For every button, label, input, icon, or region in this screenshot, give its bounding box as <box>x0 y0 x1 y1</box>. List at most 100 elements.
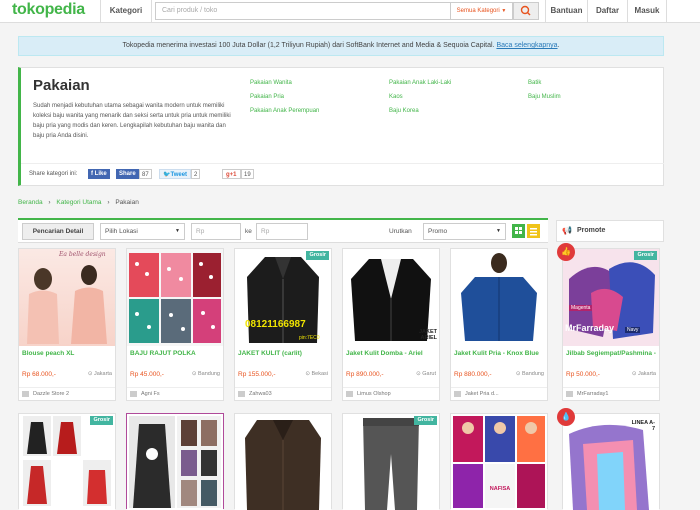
product-card[interactable]: JAKET ARIEL Jaket Kulit Domba - Ariel Rp… <box>342 248 440 401</box>
product-location-label: Jakarta <box>637 371 656 377</box>
product-shop-name: Zahwa03 <box>249 391 272 397</box>
price-range-separator: ke <box>245 228 252 235</box>
product-shop-name: Agni Fs <box>141 391 160 397</box>
kategori-button[interactable]: Kategori <box>100 0 152 22</box>
detail-search-button[interactable]: Pencarian Detail <box>22 223 94 240</box>
price-min-input[interactable]: Rp <box>191 223 241 240</box>
share-label: Share kategori ini: <box>29 171 78 177</box>
product-price: Rp 880.000,- <box>454 371 492 378</box>
product-image[interactable] <box>451 249 547 346</box>
product-image[interactable] <box>127 249 223 346</box>
product-image[interactable] <box>235 414 331 510</box>
search-category-label: Semua Kategori <box>456 8 500 14</box>
product-price: Rp 68.000,- <box>22 371 56 378</box>
location-select[interactable]: Pilih Lokasi ▼ <box>100 223 185 240</box>
tweet-label: Tweet <box>170 172 188 178</box>
location-icon: ⊙ <box>87 371 93 377</box>
product-image[interactable] <box>343 414 439 510</box>
product-name-label: Jilbab Segiempat/Pashmina - <box>566 350 656 357</box>
tweet-button[interactable]: 🐦Tweet <box>159 169 192 179</box>
breadcrumb-beranda[interactable]: Beranda <box>18 199 43 206</box>
tokopedia-logo[interactable]: tokopedia <box>12 1 85 19</box>
promoted-product-card[interactable]: MrFarraday Magenta Navy Grosir 👍 Jilbab … <box>557 243 660 401</box>
search-icon <box>520 5 531 16</box>
investment-notice: Tokopedia menerima investasi 100 Juta Do… <box>18 36 664 56</box>
image-mark-text: JAKET ARIEL <box>418 329 437 341</box>
cat-link-pakaian-wanita[interactable]: Pakaian Wanita <box>250 80 292 86</box>
cat-link-kaos[interactable]: Kaos <box>389 94 403 100</box>
product-image[interactable]: JAKET ARIEL <box>343 249 439 346</box>
drop-icon: 💧 <box>557 408 575 426</box>
caret-down-icon: ▼ <box>496 228 501 234</box>
product-shop[interactable]: Jaket Pria d... <box>451 387 547 400</box>
cat-link-pakaian-pria[interactable]: Pakaian Pria <box>250 94 284 100</box>
caret-down-icon: ▼ <box>501 8 507 14</box>
category-panel: Pakaian Sudah menjadi kebutuhan utama se… <box>18 67 664 186</box>
product-card[interactable] <box>234 413 332 510</box>
search-input[interactable]: Cari produk / toko <box>155 2 451 20</box>
filter-bar: Pencarian Detail Pilih Lokasi ▼ Rp ke Rp … <box>18 218 548 243</box>
product-image[interactable]: NAFISA <box>451 414 547 510</box>
product-price: Rp 45.000,- <box>130 371 164 378</box>
cat-link-pakaian-anak-perempuan[interactable]: Pakaian Anak Perempuan <box>250 108 319 114</box>
image-nafisa-text: NAFISA <box>489 486 511 492</box>
cat-link-baju-muslim[interactable]: Baju Muslim <box>528 94 561 100</box>
product-name[interactable]: Jilbab Segiempat/Pashmina - <box>566 349 658 367</box>
product-image[interactable]: 08121166987 pin:7EC0 <box>235 249 331 346</box>
nav-masuk[interactable]: Masuk <box>627 0 667 22</box>
product-card[interactable]: BAJU RAJUT POLKA Rp 45.000,- ⊙ Bandung A… <box>126 248 224 401</box>
breadcrumb-current: Pakaian <box>115 199 139 206</box>
product-shop[interactable]: Limus Olshop <box>343 387 439 400</box>
product-image[interactable] <box>127 414 223 510</box>
search-button[interactable] <box>513 2 539 20</box>
nav-bantuan[interactable]: Bantuan <box>545 0 587 22</box>
product-name[interactable]: Jaket Kulit Domba - Ariel <box>346 349 438 358</box>
location-icon: ⊙ <box>305 371 310 377</box>
nav-daftar[interactable]: Daftar <box>587 0 627 22</box>
facebook-share-button[interactable]: Share <box>116 169 139 179</box>
product-name[interactable]: Blouse peach XL <box>22 349 114 358</box>
price-max-input[interactable]: Rp <box>256 223 308 240</box>
product-card[interactable]: NAFISA <box>450 413 548 510</box>
product-shop[interactable]: Zahwa03 <box>235 387 331 400</box>
breadcrumb-separator: › <box>107 199 110 206</box>
cat-link-pakaian-anak-laki[interactable]: Pakaian Anak Laki-Laki <box>389 80 451 86</box>
product-shop-name: Jaket Pria d... <box>465 391 499 397</box>
facebook-like-button[interactable]: f Like <box>88 169 110 179</box>
product-name[interactable]: JAKET KULIT (carlit) <box>238 349 330 358</box>
cat-link-baju-korea[interactable]: Baju Korea <box>389 108 419 114</box>
search-category-select[interactable]: Semua Kategori ▼ <box>451 2 513 20</box>
product-image[interactable]: LINEA A-7 <box>563 414 659 510</box>
product-location-label: Bandung <box>197 371 220 377</box>
grid-view-icon[interactable] <box>512 224 525 238</box>
product-card[interactable]: Grosir <box>342 413 440 510</box>
breadcrumb-kategori-utama[interactable]: Kategori Utama <box>56 199 101 206</box>
product-image[interactable]: MrFarraday Magenta Navy <box>563 249 659 346</box>
sort-select[interactable]: Promo ▼ <box>423 223 506 240</box>
product-shop[interactable]: Dazzle Store 2 <box>19 387 115 400</box>
megaphone-icon: 📢 <box>562 226 572 235</box>
product-card[interactable]: Jaket Kulit Pria - Knox Blue Rp 880.000,… <box>450 248 548 401</box>
cat-link-batik[interactable]: Batik <box>528 80 541 86</box>
list-view-icon[interactable] <box>527 224 540 238</box>
notice-suffix: . <box>557 42 560 49</box>
product-image[interactable]: Ea belle design <box>19 249 115 346</box>
product-name[interactable]: Jaket Kulit Pria - Knox Blue <box>454 349 546 358</box>
product-name[interactable]: BAJU RAJUT POLKA <box>130 349 222 358</box>
promoted-product-card[interactable]: LINEA A-7 💧 <box>557 408 660 510</box>
product-card[interactable] <box>126 413 224 510</box>
gplus-label: +1 <box>229 172 237 178</box>
grosir-badge: Grosir <box>90 416 113 425</box>
product-location: ⊙ Bekasi <box>305 371 328 377</box>
top-navbar: tokopedia Kategori Cari produk / toko Se… <box>0 0 700 23</box>
product-shop[interactable]: Agni Fs <box>127 387 223 400</box>
product-card[interactable]: Grosir <box>18 413 116 510</box>
notice-read-more-link[interactable]: Baca selengkapnya <box>496 42 557 49</box>
product-location: ⊙ Bandung <box>516 371 544 377</box>
gplus-button[interactable]: g+1 <box>222 169 241 179</box>
product-image[interactable] <box>19 414 115 510</box>
product-card[interactable]: Ea belle design Blouse peach XL Rp 68.00… <box>18 248 116 401</box>
product-card[interactable]: 08121166987 pin:7EC0 Grosir JAKET KULIT … <box>234 248 332 401</box>
notice-text: Tokopedia menerima investasi 100 Juta Do… <box>122 42 495 49</box>
product-shop[interactable]: MrFarraday1 <box>563 387 659 400</box>
